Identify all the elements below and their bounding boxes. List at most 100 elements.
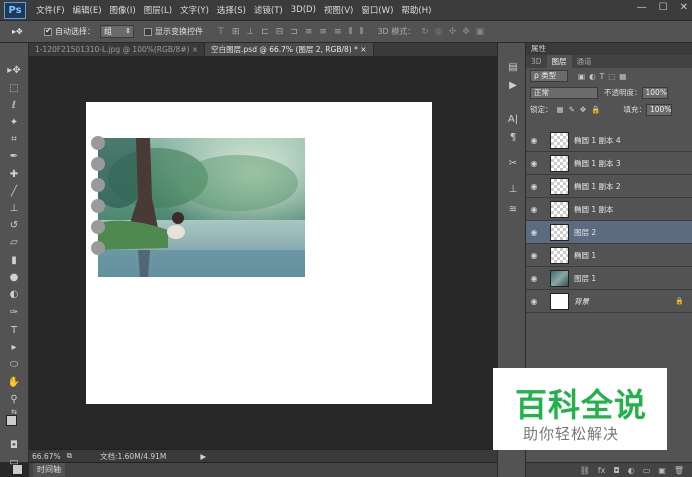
filter-icons[interactable]: ▣◐T⬚▦ <box>578 72 630 81</box>
distribute-center-icon[interactable]: ≡ <box>319 27 327 37</box>
fill-field[interactable]: 100% <box>646 103 672 116</box>
distribute-right-icon[interactable]: ⦀ <box>359 27 363 37</box>
link-layers-icon[interactable]: ⛓ <box>580 466 590 475</box>
move-tool-icon[interactable]: ▸✥ <box>6 63 22 77</box>
marquee-tool-icon[interactable]: ⬚ <box>6 81 22 95</box>
tab-document-1[interactable]: 1-120F21501310-L.jpg @ 100%(RGB/8#) × <box>29 43 206 56</box>
paragraph-icon[interactable]: ¶ <box>506 131 520 144</box>
brush-presets-icon[interactable]: ≋ <box>506 203 520 216</box>
layer-row[interactable]: ◉ 椭圆 1 副本 3 <box>526 152 692 175</box>
menu-edit[interactable]: 编辑(E) <box>69 4 106 16</box>
shape-tool-icon[interactable]: ⬭ <box>6 357 22 371</box>
layer-photo[interactable] <box>98 138 305 277</box>
tab-3d[interactable]: 3D <box>526 55 547 68</box>
menu-filter[interactable]: 滤镜(T) <box>250 4 287 16</box>
menu-file[interactable]: 文件(F) <box>32 4 69 16</box>
visibility-eye-icon[interactable]: ◉ <box>526 251 542 260</box>
show-transform-checkbox[interactable] <box>144 27 152 36</box>
screen-mode-icon[interactable]: ▭ <box>6 455 22 469</box>
gradient-tool-icon[interactable]: ▮ <box>6 253 22 267</box>
3d-rotate-icon[interactable]: ↻ <box>421 27 429 37</box>
align-hcenter-icon[interactable]: ⊟ <box>276 27 284 37</box>
brush-tool-icon[interactable]: ╱ <box>6 184 22 198</box>
new-group-icon[interactable]: ▭ <box>643 466 651 475</box>
adjustment-layer-icon[interactable]: ◐ <box>628 466 635 475</box>
maximize-icon[interactable]: ☐ <box>659 2 668 13</box>
menu-window[interactable]: 窗口(W) <box>357 4 397 16</box>
status-menu-arrow-icon[interactable]: ▶ <box>200 452 206 461</box>
menu-image[interactable]: 图像(I) <box>106 4 140 16</box>
auto-select-checkbox[interactable] <box>44 26 52 36</box>
align-bottom-icon[interactable]: ⊥ <box>246 27 254 37</box>
canvas-workspace[interactable] <box>29 56 497 449</box>
distribute-top-icon[interactable]: ≡ <box>305 27 313 37</box>
align-left-icon[interactable]: ⊏ <box>261 27 269 37</box>
quick-select-tool-icon[interactable]: ✦ <box>6 115 22 129</box>
close-icon[interactable]: ✕ <box>680 2 688 13</box>
visibility-eye-icon[interactable]: ◉ <box>526 228 542 237</box>
visibility-eye-icon[interactable]: ◉ <box>526 297 542 306</box>
eraser-tool-icon[interactable]: ▱ <box>6 235 22 249</box>
properties-panel-header[interactable]: 属性 <box>526 43 692 55</box>
tab-close-icon[interactable]: × <box>360 45 366 54</box>
ellipse-shape[interactable] <box>91 178 105 192</box>
layer-row[interactable]: ◉ 图层 1 <box>526 267 692 290</box>
minimize-icon[interactable]: — <box>637 2 647 13</box>
tab-channels[interactable]: 通道 <box>572 55 597 68</box>
ellipse-shape[interactable] <box>91 220 105 234</box>
auto-select-dropdown[interactable]: 组 <box>100 25 134 38</box>
menu-type[interactable]: 文字(Y) <box>176 4 213 16</box>
layer-row-selected[interactable]: ◉ 图层 2 <box>526 221 692 244</box>
quick-mask-icon[interactable]: ◘ <box>6 438 22 452</box>
ellipse-shape[interactable] <box>91 136 105 150</box>
clone-stamp-tool-icon[interactable]: ⊥ <box>6 201 22 215</box>
blend-mode-dropdown[interactable]: 正常 <box>530 86 598 99</box>
visibility-eye-icon[interactable]: ◉ <box>526 274 542 283</box>
history-brush-tool-icon[interactable]: ↺ <box>6 218 22 232</box>
crop-tool-icon[interactable]: ⌗ <box>6 132 22 146</box>
tab-close-icon[interactable]: × <box>192 45 198 54</box>
opacity-field[interactable]: 100% <box>641 86 668 99</box>
layer-row[interactable]: ◉ 椭圆 1 <box>526 244 692 267</box>
tool-presets-icon[interactable]: ✂ <box>506 157 520 170</box>
tab-layers[interactable]: 图层 <box>546 55 572 68</box>
3d-scale-icon[interactable]: ▣ <box>476 27 485 37</box>
blur-tool-icon[interactable]: ● <box>6 270 22 284</box>
visibility-eye-icon[interactable]: ◉ <box>526 136 542 145</box>
align-vcenter-icon[interactable]: ⊞ <box>232 27 240 37</box>
ellipse-shape[interactable] <box>91 199 105 213</box>
path-select-tool-icon[interactable]: ▸ <box>6 340 22 354</box>
lasso-tool-icon[interactable]: ℓ <box>6 98 22 112</box>
align-top-icon[interactable]: ⊤ <box>217 27 225 37</box>
foreground-color-swatch[interactable] <box>6 415 17 426</box>
zoom-tool-icon[interactable]: ⚲ <box>6 392 22 406</box>
layer-row[interactable]: ◉ 椭圆 1 副本 2 <box>526 175 692 198</box>
layer-row[interactable]: ◉ 椭圆 1 副本 4 <box>526 129 692 152</box>
menu-layer[interactable]: 图层(L) <box>140 4 176 16</box>
dodge-tool-icon[interactable]: ◐ <box>6 287 22 301</box>
pen-tool-icon[interactable]: ✑ <box>6 305 22 319</box>
align-right-icon[interactable]: ⊐ <box>290 27 298 37</box>
menu-help[interactable]: 帮助(H) <box>397 4 435 16</box>
ellipse-shape[interactable] <box>91 157 105 171</box>
clone-source-icon[interactable]: ⊥ <box>506 183 520 196</box>
timeline-tab[interactable]: 时间轴 <box>33 463 65 477</box>
layer-style-icon[interactable]: fx <box>598 466 606 475</box>
menu-view[interactable]: 视图(V) <box>320 4 357 16</box>
eyedropper-tool-icon[interactable]: ✒ <box>6 149 22 163</box>
character-icon[interactable]: A| <box>506 113 520 126</box>
visibility-eye-icon[interactable]: ◉ <box>526 205 542 214</box>
ellipse-shape[interactable] <box>91 241 105 255</box>
layer-row[interactable]: ◉ 背景 🔒 <box>526 290 692 313</box>
3d-roll-icon[interactable]: ◎ <box>435 27 443 37</box>
layer-row[interactable]: ◉ 椭圆 1 副本 <box>526 198 692 221</box>
hand-tool-icon[interactable]: ✋ <box>6 375 22 389</box>
add-mask-icon[interactable]: ◘ <box>613 466 619 475</box>
delete-layer-icon[interactable]: 🗑 <box>674 466 684 475</box>
3d-slide-icon[interactable]: ✥ <box>462 27 470 37</box>
visibility-eye-icon[interactable]: ◉ <box>526 159 542 168</box>
3d-pan-icon[interactable]: ✣ <box>449 27 457 37</box>
history-icon[interactable]: ▤ <box>506 61 520 74</box>
distribute-left-icon[interactable]: ⦀ <box>349 27 353 37</box>
actions-icon[interactable]: ▶ <box>506 79 520 92</box>
